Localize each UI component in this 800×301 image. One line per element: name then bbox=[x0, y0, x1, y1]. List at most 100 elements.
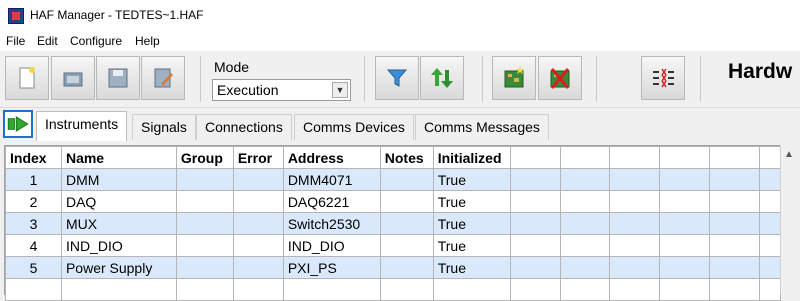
column-header-notes[interactable]: Notes bbox=[379, 146, 434, 169]
column-header-empty bbox=[709, 146, 760, 169]
cell-empty bbox=[559, 234, 611, 257]
cell-name[interactable]: MUX bbox=[60, 212, 177, 235]
chevron-up-icon[interactable]: ▲ bbox=[784, 149, 794, 160]
open-button[interactable] bbox=[51, 56, 95, 100]
column-header-error[interactable]: Error bbox=[232, 146, 284, 169]
cell-address[interactable] bbox=[282, 278, 381, 301]
cell-initialized[interactable] bbox=[432, 278, 511, 301]
cell-notes[interactable] bbox=[379, 212, 434, 235]
cell-error[interactable] bbox=[232, 278, 284, 301]
column-header-empty bbox=[509, 146, 561, 169]
column-header-name[interactable]: Name bbox=[60, 146, 177, 169]
page-heading: Hardw bbox=[728, 60, 793, 83]
cell-error[interactable] bbox=[232, 234, 284, 257]
vertical-scrollbar[interactable]: ▲ bbox=[780, 145, 800, 294]
table-row[interactable]: 3 MUX Switch2530 True bbox=[5, 212, 782, 235]
cell-index[interactable]: 3 bbox=[5, 212, 62, 235]
edit-button[interactable] bbox=[141, 56, 185, 100]
cell-name[interactable]: IND_DIO bbox=[60, 234, 177, 257]
cell-address[interactable]: Switch2530 bbox=[282, 212, 381, 235]
cell-address[interactable]: IND_DIO bbox=[282, 234, 381, 257]
cell-initialized[interactable]: True bbox=[432, 212, 511, 235]
cell-initialized[interactable]: True bbox=[432, 168, 511, 191]
menu-help[interactable]: Help bbox=[135, 34, 160, 48]
cell-address[interactable]: DMM4071 bbox=[282, 168, 381, 191]
cell-empty bbox=[609, 256, 661, 279]
cell-notes[interactable] bbox=[379, 278, 434, 301]
instruments-grid[interactable]: Index Name Group Error Address Notes Ini… bbox=[4, 145, 782, 301]
column-header-index[interactable]: Index bbox=[5, 146, 62, 169]
cell-group[interactable] bbox=[175, 212, 234, 235]
cell-group[interactable] bbox=[175, 190, 234, 213]
tab-instruments[interactable]: Instruments bbox=[36, 111, 128, 141]
cell-index[interactable]: 2 bbox=[5, 190, 62, 213]
cell-name[interactable] bbox=[60, 278, 177, 301]
mode-select[interactable]: Execution ▼ bbox=[212, 79, 351, 101]
mode-label: Mode bbox=[214, 59, 250, 75]
cell-error[interactable] bbox=[232, 168, 284, 191]
filter-button[interactable] bbox=[375, 56, 419, 100]
cell-index[interactable]: 1 bbox=[5, 168, 62, 191]
cell-notes[interactable] bbox=[379, 234, 434, 257]
cell-empty bbox=[709, 190, 760, 213]
cell-group[interactable] bbox=[175, 278, 234, 301]
cell-error[interactable] bbox=[232, 212, 284, 235]
cell-empty bbox=[659, 234, 711, 257]
cell-index[interactable]: 4 bbox=[5, 234, 62, 257]
cell-notes[interactable] bbox=[379, 256, 434, 279]
window-title: HAF Manager - TEDTES~1.HAF bbox=[30, 8, 204, 22]
run-button[interactable] bbox=[3, 110, 33, 138]
cell-address[interactable]: DAQ6221 bbox=[282, 190, 381, 213]
table-row[interactable]: 4 IND_DIO IND_DIO True bbox=[5, 234, 782, 257]
menu-file[interactable]: File bbox=[6, 34, 25, 48]
cell-empty bbox=[709, 212, 760, 235]
cell-group[interactable] bbox=[175, 234, 234, 257]
cell-error[interactable] bbox=[232, 256, 284, 279]
sort-button[interactable] bbox=[420, 56, 464, 100]
cell-notes[interactable] bbox=[379, 190, 434, 213]
cell-initialized[interactable]: True bbox=[432, 234, 511, 257]
column-header-initialized[interactable]: Initialized bbox=[432, 146, 511, 169]
chevron-down-icon[interactable]: ▼ bbox=[332, 82, 348, 98]
cell-index[interactable]: 5 bbox=[5, 256, 62, 279]
tab-signals[interactable]: Signals bbox=[132, 114, 196, 140]
cell-empty bbox=[509, 256, 561, 279]
table-row[interactable]: 2 DAQ DAQ6221 True bbox=[5, 190, 782, 213]
save-button[interactable] bbox=[96, 56, 140, 100]
cell-address[interactable]: PXI_PS bbox=[282, 256, 381, 279]
tab-comms-messages[interactable]: Comms Messages bbox=[415, 114, 549, 140]
cell-empty bbox=[758, 278, 782, 301]
column-header-address[interactable]: Address bbox=[282, 146, 381, 169]
cell-notes[interactable] bbox=[379, 168, 434, 191]
cell-initialized[interactable]: True bbox=[432, 256, 511, 279]
tab-connections[interactable]: Connections bbox=[196, 114, 292, 140]
remove-instrument-button[interactable] bbox=[538, 56, 582, 100]
menu-configure[interactable]: Configure bbox=[70, 34, 122, 48]
cell-initialized[interactable]: True bbox=[432, 190, 511, 213]
cell-empty bbox=[758, 212, 782, 235]
add-instrument-button[interactable] bbox=[492, 56, 536, 100]
cell-empty bbox=[509, 212, 561, 235]
cell-empty bbox=[609, 212, 661, 235]
column-header-empty bbox=[609, 146, 661, 169]
mode-value: Execution bbox=[217, 82, 279, 98]
cell-name[interactable]: Power Supply bbox=[60, 256, 177, 279]
new-file-button[interactable] bbox=[5, 56, 49, 100]
cell-index[interactable] bbox=[5, 278, 62, 301]
cell-name[interactable]: DMM bbox=[60, 168, 177, 191]
open-folder-icon bbox=[63, 72, 83, 87]
cell-error[interactable] bbox=[232, 190, 284, 213]
table-row[interactable]: 5 Power Supply PXI_PS True bbox=[5, 256, 782, 279]
cell-group[interactable] bbox=[175, 168, 234, 191]
table-row-new[interactable] bbox=[5, 278, 782, 301]
cell-name[interactable]: DAQ bbox=[60, 190, 177, 213]
tab-comms-devices[interactable]: Comms Devices bbox=[294, 114, 414, 140]
table-row[interactable]: 1 DMM DMM4071 True bbox=[5, 168, 782, 191]
cell-empty bbox=[609, 190, 661, 213]
column-header-group[interactable]: Group bbox=[175, 146, 234, 169]
cell-empty bbox=[559, 168, 611, 191]
settings-list-button[interactable] bbox=[641, 56, 685, 100]
cell-group[interactable] bbox=[175, 256, 234, 279]
menu-edit[interactable]: Edit bbox=[37, 34, 58, 48]
cell-empty bbox=[709, 168, 760, 191]
